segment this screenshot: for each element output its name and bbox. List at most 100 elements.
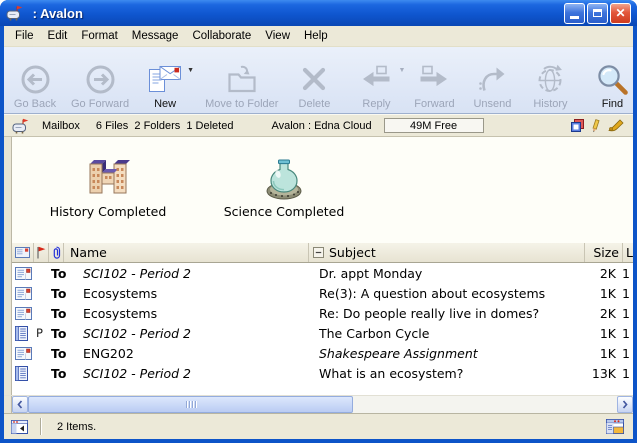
toolbar-button-label: Go Back <box>14 98 56 110</box>
row-direction: To <box>51 286 83 301</box>
message-row[interactable]: ToEcosystemsRe(3): A question about ecos… <box>12 283 633 303</box>
free-space-indicator: 49M Free <box>384 118 484 133</box>
row-name: SCI102 - Period 2 <box>83 366 313 381</box>
mail-icon <box>15 287 32 300</box>
horizontal-scrollbar <box>4 395 633 413</box>
folder-name: Mailbox <box>42 120 80 132</box>
free-space-value: 49M Free <box>410 120 457 132</box>
row-last-modified: 1 <box>619 286 633 301</box>
menu-item-message[interactable]: Message <box>125 28 186 44</box>
header-size[interactable]: Size <box>584 243 622 262</box>
message-row[interactable]: ToSCI102 - Period 2Dr. appt Monday2K1 <box>12 263 633 283</box>
unsend-button[interactable]: Unsend <box>463 47 521 113</box>
grip-line <box>195 401 196 408</box>
move-to-folder-button[interactable]: Move to Folder <box>198 47 285 113</box>
menu-item-collaborate[interactable]: Collaborate <box>185 28 258 44</box>
menu-item-format[interactable]: Format <box>74 28 124 44</box>
row-last-modified: 1 <box>619 326 633 341</box>
toolbar-button-label: Delete <box>299 98 331 110</box>
row-size: 13K <box>578 366 619 381</box>
new-message-icon <box>147 62 183 96</box>
menu-item-help[interactable]: Help <box>297 28 335 44</box>
scrollbar-track[interactable] <box>28 396 617 413</box>
message-list: ToSCI102 - Period 2Dr. appt Monday2K1ToE… <box>12 263 633 395</box>
row-subject: What is an ecosystem? <box>313 366 578 381</box>
row-name: Ecosystems <box>83 306 313 321</box>
pencil-icon[interactable] <box>590 119 601 133</box>
pen-icon[interactable] <box>607 119 624 132</box>
item-count-text: 2 Items. <box>57 421 96 433</box>
close-button[interactable]: ✕ <box>610 3 631 24</box>
minimize-button[interactable] <box>564 3 585 24</box>
pane-toggle-icon[interactable] <box>11 420 28 434</box>
science-flask-icon <box>261 153 307 201</box>
row-direction: To <box>51 326 83 341</box>
row-name: Ecosystems <box>83 286 313 301</box>
mailbox-icon <box>6 5 24 21</box>
row-type-cell <box>12 326 36 341</box>
go-back-icon <box>20 62 51 96</box>
delete-button[interactable]: Delete <box>285 47 343 113</box>
title-bar: : Avalon ✕ <box>0 0 637 26</box>
header-paperclip-icon[interactable] <box>49 243 64 262</box>
account-name: Avalon : Edna Cloud <box>271 120 371 132</box>
message-row[interactable]: ToENG202Shakespeare Assignment1K1 <box>12 343 633 363</box>
scrollbar-thumb[interactable] <box>28 396 353 413</box>
header-envelope-icon[interactable] <box>12 243 34 262</box>
message-row[interactable]: ToSCI102 - Period 2What is an ecosystem?… <box>12 363 633 383</box>
history-icon <box>535 62 565 96</box>
history-completed-item[interactable]: History Completed <box>38 153 178 219</box>
menu-item-edit[interactable]: Edit <box>41 28 75 44</box>
toolbar-button-label: New <box>154 98 176 110</box>
layout-icon[interactable] <box>606 419 624 434</box>
toolbar-button-label: Forward <box>414 98 454 110</box>
new-button[interactable]: ▼ New <box>136 47 194 113</box>
menu-item-view[interactable]: View <box>258 28 297 44</box>
statusbar-separator <box>40 418 41 435</box>
row-direction: To <box>51 266 83 281</box>
header-flag-icon[interactable] <box>34 243 49 262</box>
info-bar: Mailbox 6 Files 2 Folders 1 Deleted Aval… <box>4 114 633 137</box>
scroll-right-button[interactable] <box>617 396 633 413</box>
row-subject: Re: Do people really live in domes? <box>313 306 578 321</box>
row-size: 2K <box>578 306 619 321</box>
reply-icon <box>359 62 393 96</box>
science-completed-item[interactable]: Science Completed <box>214 153 354 219</box>
infobar-tools <box>571 119 624 133</box>
document-icon <box>15 326 28 341</box>
go-forward-button[interactable]: Go Forward <box>64 47 136 113</box>
history-button[interactable]: History <box>521 47 579 113</box>
grip-line <box>192 401 193 408</box>
row-subject: The Carbon Cycle <box>313 326 578 341</box>
go-back-button[interactable]: Go Back <box>6 47 64 113</box>
row-type-cell <box>12 307 36 320</box>
scroll-left-button[interactable] <box>12 396 28 413</box>
find-button[interactable]: Find <box>583 47 633 113</box>
maximize-button[interactable] <box>587 3 608 24</box>
reply-button[interactable]: ▼ Reply <box>347 47 405 113</box>
dropdown-arrow-icon[interactable]: ▼ <box>187 67 194 74</box>
grip-line <box>189 401 190 408</box>
header-last-modified[interactable]: Last Modified <box>622 243 633 262</box>
delete-icon <box>299 62 329 96</box>
close-icon: ✕ <box>615 7 625 19</box>
toolbar-group: ▼ Reply Forward UnsendHistory <box>347 47 579 113</box>
row-last-modified: 1 <box>619 266 633 281</box>
header-subject[interactable]: Subject <box>308 243 584 262</box>
menu-bar: FileEditFormatMessageCollaborateViewHelp <box>4 26 633 47</box>
menu-item-file[interactable]: File <box>8 28 41 44</box>
dropdown-arrow-icon[interactable]: ▼ <box>399 67 406 74</box>
message-row[interactable]: PToSCI102 - Period 2The Carbon Cycle1K1 <box>12 323 633 343</box>
split-strip[interactable] <box>4 137 12 395</box>
row-last-modified: 1 <box>619 346 633 361</box>
message-row[interactable]: ToEcosystemsRe: Do people really live in… <box>12 303 633 323</box>
row-direction: To <box>51 366 83 381</box>
toolbar-button-label: Reply <box>362 98 390 110</box>
toolbar-group: Move to Folder Delete <box>198 47 343 113</box>
forward-button[interactable]: Forward <box>405 47 463 113</box>
row-size: 2K <box>578 266 619 281</box>
collapse-minus-icon[interactable] <box>313 247 324 258</box>
stack-icon[interactable] <box>571 119 584 132</box>
header-name[interactable]: Name <box>64 243 308 262</box>
grip-line <box>186 401 187 408</box>
